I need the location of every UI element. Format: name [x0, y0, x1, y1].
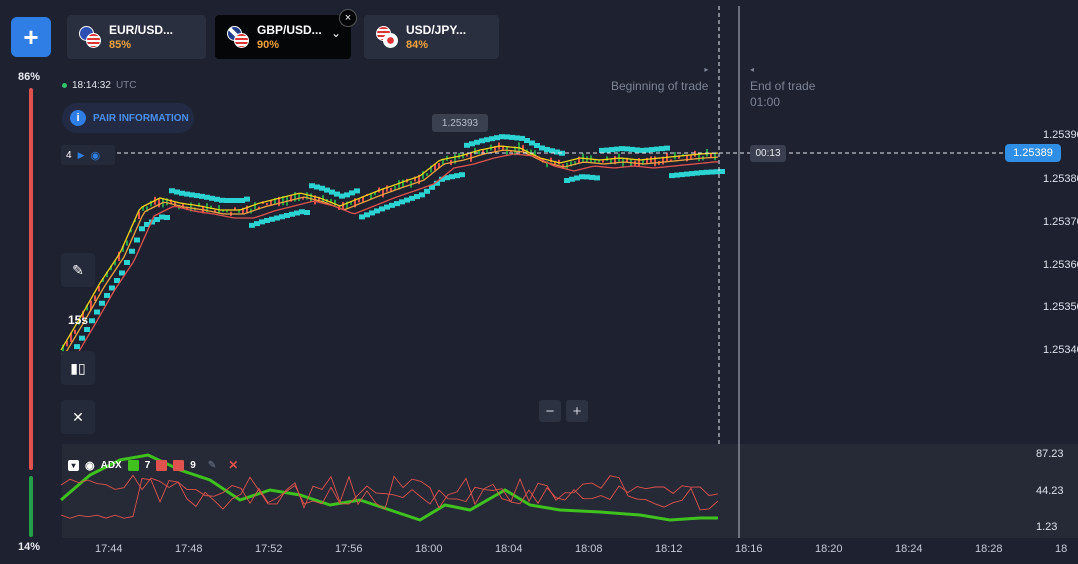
candle — [74, 329, 76, 334]
price-line-tag[interactable]: 4 ▶ ◉ — [61, 145, 115, 165]
price-tick: 1.25390 — [1043, 129, 1078, 141]
price-chart[interactable] — [0, 0, 1078, 564]
time-tick: 18:00 — [415, 543, 443, 555]
psar-dot — [244, 196, 250, 202]
indicator-tick: 1.23 — [1036, 521, 1058, 533]
triangle-left-icon: ◂ — [750, 65, 755, 74]
candle — [426, 172, 428, 176]
time-tick: 18:08 — [575, 543, 603, 555]
time-tick: 18 — [1055, 543, 1068, 555]
triangle-right-icon: ▸ — [704, 65, 709, 74]
psar-dot — [84, 327, 90, 332]
time-tick: 17:44 — [95, 543, 123, 555]
high-price-marker: 1.25393 — [432, 114, 488, 132]
price-tick: 1.25370 — [1043, 216, 1078, 228]
psar-dot — [99, 300, 105, 306]
psar-dot — [164, 215, 170, 220]
edit-icon[interactable]: ✎ — [208, 460, 216, 471]
di-line — [60, 475, 719, 519]
beginning-of-trade-label: ▸ Beginning of trade — [611, 62, 708, 94]
eye-icon[interactable]: ◉ — [90, 149, 100, 162]
candle — [358, 199, 360, 203]
draw-tool-button[interactable]: ✎ — [61, 253, 95, 287]
candle — [602, 160, 604, 163]
candle — [674, 152, 676, 160]
indicators-icon: ✕ — [72, 408, 84, 425]
indicator-name: ADX — [100, 459, 122, 471]
candles-layer — [62, 142, 716, 352]
parabolic-sar-layer — [64, 134, 725, 366]
time-tick: 18:12 — [655, 543, 683, 555]
candle — [606, 156, 608, 161]
psar-dot — [459, 172, 465, 178]
price-tick: 1.25380 — [1043, 173, 1078, 185]
moving-averages-layer — [60, 145, 719, 359]
candles-icon: ▮▯ — [70, 359, 86, 376]
chart-type-button[interactable]: ▮▯ — [61, 351, 95, 385]
pencil-icon: ✎ — [72, 261, 84, 278]
time-tick: 17:52 — [255, 543, 283, 555]
indicator-header: ▾ ◉ ADX 7 9 ✎ ✕ — [68, 458, 238, 472]
time-tick: 18:24 — [895, 543, 923, 555]
candle — [266, 202, 268, 206]
time-tick: 18:16 — [735, 543, 763, 555]
price-tick: 1.25360 — [1043, 259, 1078, 271]
trade-timer-badge: 00:13 — [750, 145, 786, 162]
play-icon[interactable]: ▶ — [78, 150, 85, 161]
candle — [254, 202, 256, 210]
psar-dot — [74, 344, 80, 350]
price-tick: 1.25340 — [1043, 344, 1078, 356]
candle — [694, 150, 696, 157]
time-tick: 18:20 — [815, 543, 843, 555]
time-tick: 18:04 — [495, 543, 523, 555]
current-price-badge: 1.25389 — [1005, 144, 1061, 162]
indicator-tick: 44.23 — [1036, 485, 1064, 497]
psar-dot — [719, 169, 725, 174]
zoom-out-button[interactable]: − — [539, 400, 561, 422]
eye-icon[interactable]: ◉ — [85, 459, 95, 472]
adx-color-swatch[interactable] — [127, 459, 139, 471]
moving-average-line — [61, 153, 719, 359]
zoom-in-button[interactable]: + — [566, 400, 588, 422]
candle — [158, 199, 160, 208]
psar-dot — [664, 145, 670, 151]
timeframe-button[interactable]: 15s — [68, 313, 88, 327]
indicators-button[interactable]: ✕ — [61, 400, 95, 434]
price-tick: 1.25350 — [1043, 301, 1078, 313]
moving-average-line — [61, 149, 719, 355]
plus-di-color-swatch[interactable] — [156, 459, 168, 471]
psar-dot — [134, 237, 140, 243]
psar-dot — [89, 318, 95, 324]
psar-dot — [304, 210, 310, 215]
indicator-tick: 87.23 — [1036, 448, 1064, 460]
psar-dot — [129, 248, 135, 254]
moving-average-line — [60, 145, 719, 351]
candle — [126, 240, 128, 246]
candle — [478, 150, 480, 155]
indicator-period-green: 7 — [144, 459, 151, 471]
end-of-trade-label: ◂ End of trade 01:00 — [750, 62, 815, 110]
collapse-icon[interactable]: ▾ — [68, 459, 79, 471]
indicator-period-red: 9 — [190, 459, 196, 471]
candle — [310, 193, 312, 202]
candle — [382, 189, 384, 198]
psar-dot — [94, 309, 100, 315]
time-tick: 17:48 — [175, 543, 203, 555]
candle — [94, 295, 96, 302]
psar-dot — [594, 175, 600, 181]
psar-dot — [104, 293, 110, 298]
candle — [522, 144, 524, 152]
time-tick: 18:28 — [975, 543, 1003, 555]
time-tick: 17:56 — [335, 543, 363, 555]
psar-dot — [354, 188, 360, 194]
candle — [518, 142, 520, 152]
candle — [386, 185, 388, 192]
psar-dot — [79, 335, 85, 341]
line-tag-label: 4 — [66, 149, 72, 161]
remove-icon[interactable]: ✕ — [228, 458, 238, 472]
psar-dot — [124, 260, 130, 265]
minus-di-color-swatch[interactable] — [173, 459, 185, 471]
